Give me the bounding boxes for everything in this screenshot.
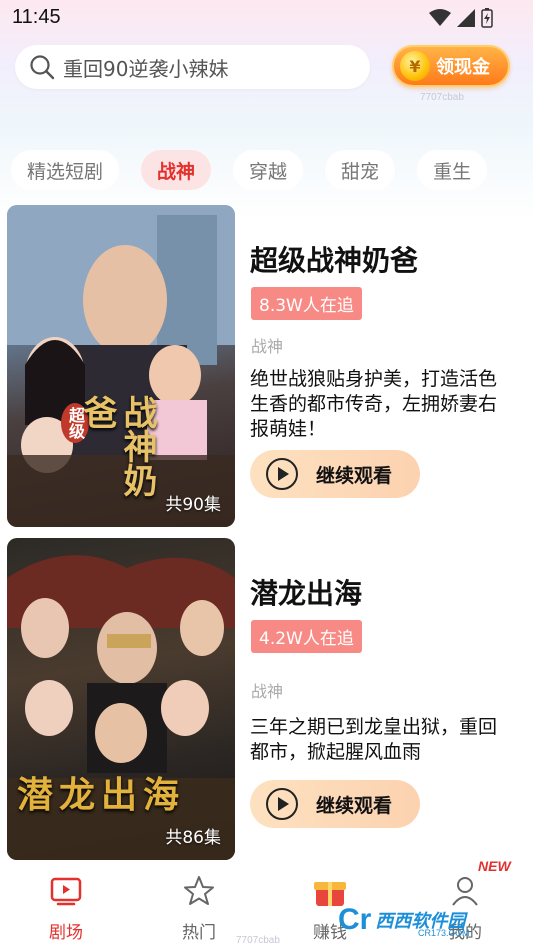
followers-badge: 4.2W人在追 (251, 620, 362, 653)
poster-calligraphy: 潜龙出海 (17, 775, 186, 816)
drama-title[interactable]: 潜龙出海 (250, 572, 362, 612)
nav-theater[interactable]: 剧场 (26, 874, 106, 943)
drama-card[interactable]: 超级 战神奶爸 共90集 超级战神奶爸 8.3W人在追 战神 绝世战狼贴身护美，… (7, 205, 527, 527)
continue-watching-button[interactable]: 继续观看 (250, 780, 420, 828)
status-time: 11:45 (12, 6, 61, 28)
signal-icon (457, 9, 475, 27)
tab-featured[interactable]: 精选短剧 (11, 150, 120, 190)
search-icon (30, 55, 55, 80)
episode-count: 共86集 (165, 828, 221, 848)
drama-poster[interactable]: 超级 战神奶爸 共90集 (7, 205, 235, 527)
drama-description: 三年之期已到龙皇出狱，重回都市，掀起腥风血雨 (250, 716, 498, 763)
watermark: 7707cbab (236, 935, 280, 946)
site-logo-mark: Cr (338, 903, 372, 936)
tab-war-god[interactable]: 战神 (141, 150, 212, 190)
claim-cash-label: 领现金 (436, 57, 490, 78)
drama-description: 绝世战狼贴身护美，打造活色生香的都市传奇，左拥娇妻右报萌娃！ (250, 368, 498, 440)
site-logo: Cr 西西软件园 CR173.COM (338, 898, 516, 942)
claim-cash-button[interactable]: ¥ 领现金 (392, 45, 510, 87)
nav-hot[interactable]: 热门 (159, 874, 239, 943)
episode-count: 共90集 (165, 495, 221, 515)
drama-title[interactable]: 超级战神奶爸 (250, 239, 418, 279)
continue-watching-button[interactable]: 继续观看 (250, 450, 420, 498)
continue-watching-label: 继续观看 (316, 464, 393, 487)
watermark: 7707cbab (420, 92, 464, 103)
star-icon (184, 876, 214, 905)
tab-romance[interactable]: 甜宠 (325, 150, 396, 190)
followers-badge: 8.3W人在追 (251, 287, 362, 320)
tv-icon (50, 877, 82, 906)
drama-poster[interactable]: 潜龙出海 共86集 (7, 538, 235, 860)
new-badge: NEW (478, 858, 511, 874)
play-icon (266, 458, 298, 490)
status-bar: 11:45 (0, 0, 533, 36)
nav-label: 剧场 (49, 923, 83, 943)
wifi-icon (429, 9, 451, 26)
coin-icon: ¥ (400, 51, 430, 81)
continue-watching-label: 继续观看 (316, 794, 393, 817)
genre-tabs: 精选短剧 战神 穿越 甜宠 重生 (11, 150, 488, 190)
tab-rebirth[interactable]: 重生 (417, 150, 488, 190)
site-logo-url: CR173.COM (418, 928, 470, 938)
search-query-text: 重回90逆袭小辣妹 (63, 56, 229, 81)
status-icons (429, 8, 493, 28)
drama-genre: 战神 (251, 337, 284, 356)
drama-genre: 战神 (251, 682, 284, 701)
drama-card[interactable]: 潜龙出海 共86集 潜龙出海 4.2W人在追 战神 三年之期已到龙皇出狱，重回都… (7, 538, 527, 860)
tab-time-travel[interactable]: 穿越 (233, 150, 304, 190)
poster-calligraphy: 战神奶爸 (77, 395, 157, 497)
battery-icon (481, 8, 493, 28)
play-icon (266, 788, 298, 820)
nav-label: 热门 (182, 923, 216, 943)
search-input[interactable]: 重回90逆袭小辣妹 (15, 45, 370, 89)
